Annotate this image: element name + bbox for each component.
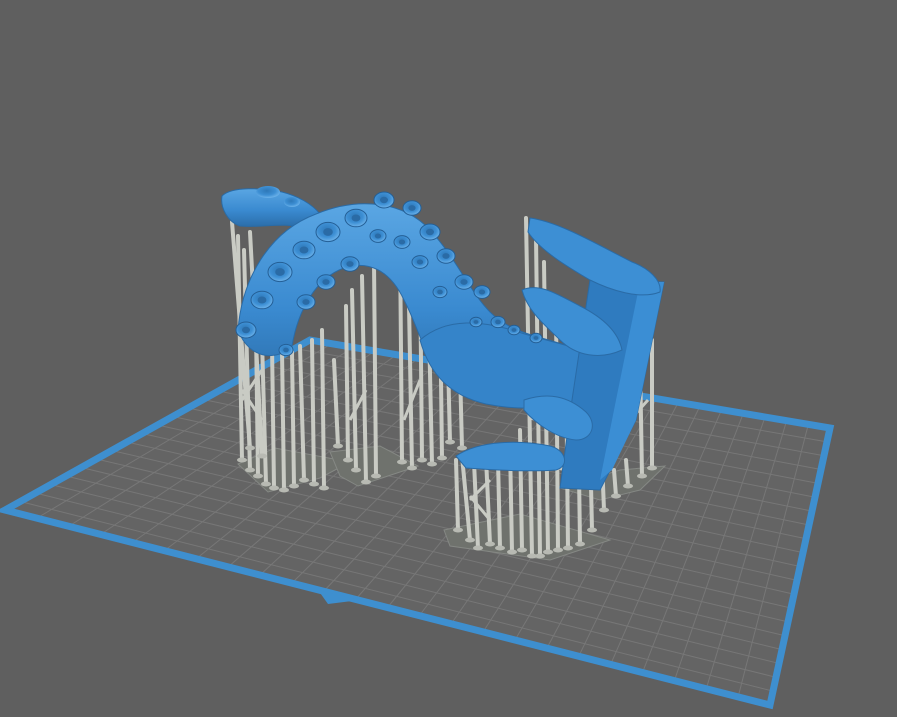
build-plate (0, 336, 835, 710)
support-pillar (454, 458, 460, 532)
support-foot (457, 445, 467, 451)
support-foot (289, 483, 299, 489)
sucker-center (323, 228, 333, 236)
sucker-center (478, 289, 486, 295)
support-foot (553, 547, 563, 553)
support-foot (473, 545, 483, 551)
support-foot (599, 507, 609, 513)
build-plate-surface (5, 340, 830, 705)
sucker-center (426, 228, 434, 236)
support-foot (245, 467, 255, 473)
support-foot (465, 537, 475, 543)
tentacle-tip-sucker (284, 197, 300, 207)
support-foot (237, 457, 247, 463)
support-foot (517, 547, 527, 553)
sucker-center (322, 279, 330, 285)
sucker-center (437, 289, 443, 295)
support-foot (637, 473, 647, 479)
sucker-center (495, 319, 501, 325)
sucker-center (460, 279, 468, 285)
support-pillar (270, 342, 276, 490)
support-pillar (372, 260, 378, 478)
support-pillar (320, 328, 326, 490)
support-foot (245, 445, 255, 451)
sucker-center (416, 259, 424, 265)
support-foot (253, 473, 263, 479)
support-foot (587, 527, 597, 533)
sucker-center (380, 196, 388, 204)
support-foot (647, 465, 657, 471)
sucker-center (257, 296, 267, 304)
print-scene[interactable] (0, 0, 897, 717)
support-pillar (344, 304, 350, 462)
support-foot (279, 487, 289, 493)
support-foot (507, 549, 517, 555)
support-foot (299, 477, 309, 483)
support-foot (319, 485, 329, 491)
support-foot (611, 493, 621, 499)
sucker-center (408, 205, 416, 211)
support-foot (257, 453, 267, 459)
support-foot (351, 467, 361, 473)
support-pillar (290, 350, 296, 488)
support-foot (361, 479, 371, 485)
support-foot (563, 545, 573, 551)
support-foot (309, 481, 319, 487)
support-pillar (496, 458, 502, 550)
sucker-center (511, 328, 517, 332)
support-foot (445, 439, 455, 445)
support-pillar (280, 348, 286, 492)
support-foot (261, 481, 271, 487)
support-foot (397, 459, 407, 465)
support-foot (333, 443, 343, 449)
support-foot (269, 485, 279, 491)
support-pillar (612, 468, 618, 498)
support-foot (485, 541, 495, 547)
support-foot (453, 527, 463, 533)
support-pillar (310, 338, 316, 486)
sucker-center (398, 239, 406, 245)
support-foot (371, 473, 381, 479)
sucker-center (346, 261, 354, 267)
sucker-center (533, 336, 539, 340)
sucker-center (299, 246, 309, 254)
sucker-center (374, 233, 382, 239)
support-foot (343, 457, 353, 463)
support-foot (543, 549, 553, 555)
support-pillar (624, 458, 630, 488)
sucker-center (242, 326, 250, 334)
support-foot (495, 545, 505, 551)
sucker-center (442, 253, 450, 259)
support-foot (437, 455, 447, 461)
support-foot (417, 457, 427, 463)
support-foot (623, 483, 633, 489)
support-foot (427, 461, 437, 467)
support-foot (407, 465, 417, 471)
sucker-center (283, 347, 289, 353)
support-foot (575, 541, 585, 547)
tentacle-tip-sucker (256, 186, 280, 198)
support-foot (535, 553, 545, 559)
sucker-center (302, 299, 310, 305)
3d-viewport[interactable] (0, 0, 897, 717)
sucker-center (275, 268, 285, 276)
sucker-center (351, 214, 361, 222)
sucker-center (473, 320, 479, 324)
